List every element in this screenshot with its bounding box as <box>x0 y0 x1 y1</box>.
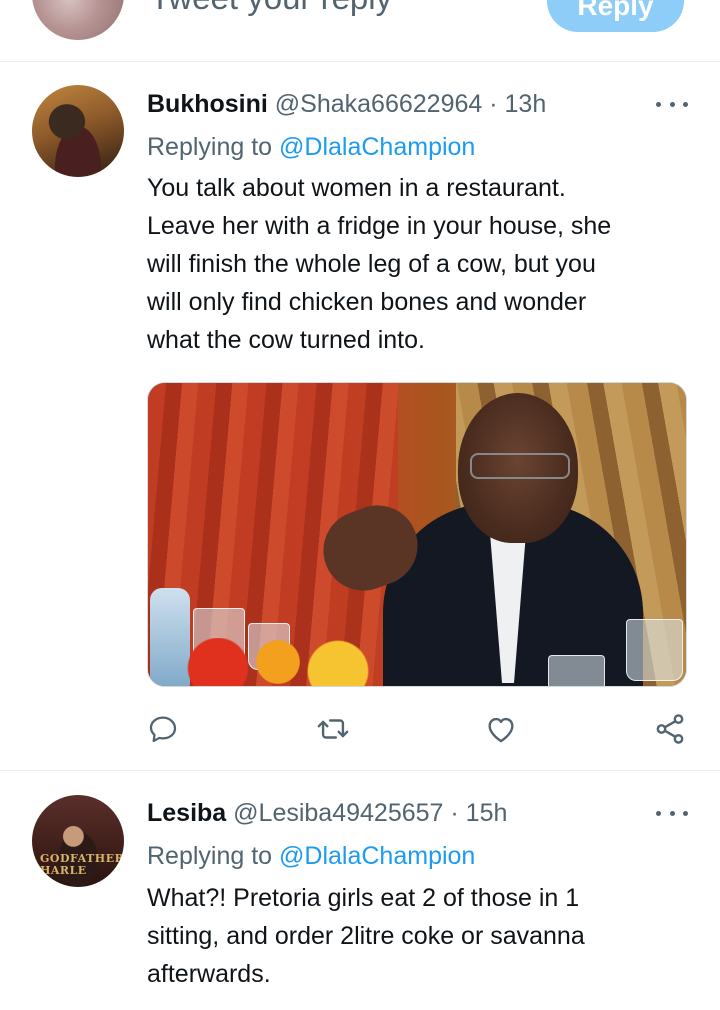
tweet-text-line: afterwards. <box>147 960 271 988</box>
mention-link[interactable]: @DlalaChampion <box>279 842 475 870</box>
dot-separator: · <box>450 799 459 827</box>
reply-icon[interactable] <box>146 712 180 746</box>
replying-prefix: Replying to <box>147 133 273 161</box>
tweet-text-line: Leave her with a fridge in your house, s… <box>147 212 612 240</box>
reply-button[interactable]: Reply <box>547 0 684 32</box>
avatar-text: GODFATHER HARLE <box>40 852 124 877</box>
tweet-text-line: will only find chicken bones and wonder <box>147 288 587 316</box>
retweet-icon[interactable] <box>316 712 350 746</box>
more-options-icon[interactable] <box>656 98 688 110</box>
tweet-time[interactable]: 15h <box>466 799 508 827</box>
like-icon[interactable] <box>484 712 518 746</box>
tweet-photo[interactable] <box>147 382 687 687</box>
tweet-text: What?! Pretoria girls eat 2 of those in … <box>147 879 687 993</box>
divider <box>0 61 720 62</box>
dot-separator: · <box>489 90 498 118</box>
tweet-time[interactable]: 13h <box>505 90 547 118</box>
mention-link[interactable]: @DlalaChampion <box>279 133 475 161</box>
replying-to: Replying to @DlalaChampion <box>147 840 475 872</box>
tweet-text: You talk about women in a restaurant. Le… <box>147 169 687 359</box>
share-icon[interactable] <box>653 712 687 746</box>
replying-prefix: Replying to <box>147 842 273 870</box>
reply-input[interactable]: Tweet your reply <box>150 0 392 18</box>
tweet-text-line: What?! Pretoria girls eat 2 of those in … <box>147 884 580 912</box>
tweet-text-line: will finish the whole leg of a cow, but … <box>147 250 596 278</box>
composer-avatar <box>32 0 124 40</box>
replying-to: Replying to @DlalaChampion <box>147 131 475 163</box>
more-options-icon[interactable] <box>656 807 688 819</box>
avatar[interactable]: GODFATHER HARLE <box>32 795 124 887</box>
tweet-text-line: You talk about women in a restaurant. <box>147 174 566 202</box>
author-name[interactable]: Bukhosini <box>147 90 268 118</box>
tweet-header: Lesiba @Lesiba49425657 · 15h <box>147 797 507 829</box>
author-name[interactable]: Lesiba <box>147 799 226 827</box>
divider <box>0 770 720 771</box>
author-handle[interactable]: @Shaka66622964 <box>275 90 483 118</box>
author-handle[interactable]: @Lesiba49425657 <box>233 799 443 827</box>
avatar[interactable] <box>32 85 124 177</box>
tweet-header: Bukhosini @Shaka66622964 · 13h <box>147 88 546 120</box>
tweet-text-line: what the cow turned into. <box>147 326 425 354</box>
tweet-text-line: sitting, and order 2litre coke or savann… <box>147 922 585 950</box>
